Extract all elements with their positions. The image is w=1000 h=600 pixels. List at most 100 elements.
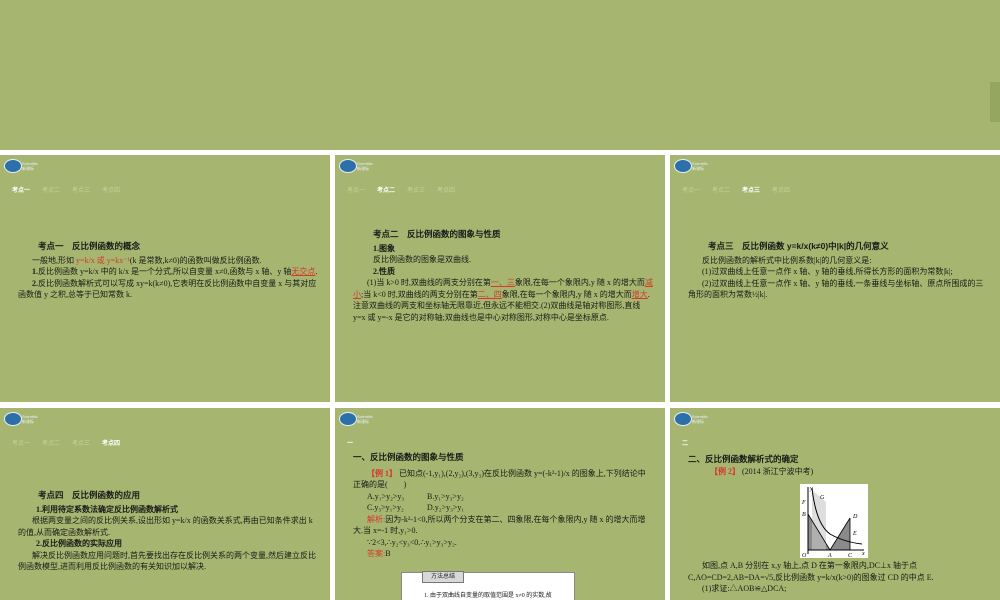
paragraph: (2)过双曲线上任意一点作 x 轴、y 轴的垂线,一条垂线与坐标轴、原点所围成的…: [688, 278, 984, 300]
answer-label: 答案:: [367, 549, 386, 558]
slide-title: 考点三 反比例函数 y=k/x(k≠0)中|k|的几何意义: [708, 241, 889, 251]
nav-item[interactable]: 考点一: [12, 438, 30, 447]
fig-label: C: [848, 553, 853, 558]
paragraph: 如图,点 A,B 分别在 x,y 轴上,点 D 在第一象限内,DC⊥x 轴于点 …: [688, 561, 934, 582]
paragraph: 1.反比例函数 y=k/x 中的 k/x 是一个分式,所以自变量 x≠0,函数与…: [32, 267, 318, 276]
slide-title: 考点四 反比例函数的应用: [38, 490, 141, 500]
nav-item[interactable]: 考点四: [102, 185, 120, 194]
slide-content: 考点四 反比例函数的应用 1.利用待定系数法确定反比例函数解析式 根据两变量之间…: [18, 490, 318, 573]
logo: Scientific 新课标: [674, 158, 724, 174]
example-header: 【例 2】 (2014 浙江宁波中考): [710, 466, 814, 476]
analysis-label: 解析:: [367, 514, 386, 524]
logo: Scientific 新课标: [339, 158, 389, 174]
geometry-figure: y G F B D E O A C x: [800, 484, 868, 559]
logo-text: 新课标: [357, 419, 369, 424]
slide-content: 考点一 反比例函数的概念 一般地,形如 y=k/x 或 y=kx⁻¹(k 是常数…: [18, 241, 318, 301]
method-summary-box: 方法总结 1. 由于双曲线自变量的取值范围是 x≠0 的实数,故: [401, 571, 575, 600]
paragraph: 一般地,形如 y=k/x 或 y=kx⁻¹(k 是常数,k≠0)的函数叫做反比例…: [32, 255, 262, 265]
nav-item[interactable]: 考点一: [347, 185, 365, 194]
paragraph: 答案:B: [367, 549, 391, 558]
paragraph: 反比例函数的图象是双曲线.: [373, 255, 471, 264]
nav-item[interactable]: 考点一: [682, 185, 700, 194]
paragraph: (1)求证:△AOB≌△DCA;: [702, 584, 787, 593]
slide-content-bottom: 如图,点 A,B 分别在 x,y 轴上,点 D 在第一象限内,DC⊥x 轴于点 …: [688, 560, 988, 595]
nav-bar: 考点一 考点二 考点三 考点四: [682, 185, 802, 194]
globe-icon: [674, 159, 692, 173]
nav-item[interactable]: 考点三: [407, 185, 425, 194]
nav-item[interactable]: 考点三: [72, 438, 90, 447]
logo-text: 新课标: [357, 166, 369, 171]
nav-bar: 一: [347, 438, 365, 447]
nav-bar: 二: [682, 438, 700, 447]
logo-text: 新课标: [22, 166, 34, 171]
slide-content: 二、反比例函数解析式的确定 【例 2】 (2014 浙江宁波中考): [688, 454, 988, 477]
geometry-diagram: y G F B D E O A C x: [801, 486, 865, 559]
slide-content: 考点三 反比例函数 y=k/x(k≠0)中|k|的几何意义 反比例函数的解析式中…: [688, 241, 988, 301]
subheading: 2.反比例函数的实际应用: [36, 539, 122, 548]
highlight-text: 增大: [631, 289, 648, 299]
method-summary-tab: 方法总结: [422, 571, 464, 583]
fig-label: E: [852, 531, 857, 537]
slide-thumbnail-4[interactable]: Scientific 新课标 考点一 考点二 考点三 考点四 考点四 反比例函数的应用 …: [0, 408, 330, 600]
example-label: 【例 1】: [367, 468, 397, 478]
paragraph: 根据两变量之间的反比例关系,设出形如 y=k/x 的函数关系式,再由已知条件求出…: [18, 516, 313, 537]
subheading: 1.图象: [373, 243, 395, 253]
options-grid: A.y₁>y₂>y₃ B.y₁>y₃>y₂ C.y₃>y₁>y₂ D.y₂>y₃>y…: [367, 491, 653, 514]
slide-content: 考点二 反比例函数的图象与性质 1.图象 反比例函数的图象是双曲线. 2.性质 …: [353, 229, 653, 323]
option: C.y₃>y₁>y₂: [367, 503, 404, 512]
example-label: 【例 2】: [710, 466, 740, 476]
nav-item[interactable]: 考点一: [12, 185, 30, 194]
slide-thumbnail-1[interactable]: Scientific 新课标 考点一 考点二 考点三 考点四 考点一 反比例函数的概念 …: [0, 155, 330, 402]
fig-label: G: [820, 495, 825, 501]
nav-item[interactable]: 考点二: [377, 185, 395, 194]
globe-icon: [4, 412, 22, 426]
slide-thumbnail-5[interactable]: Scientific 新课标 一 一、反比例函数的图象与性质 【例 1】 已知点(…: [335, 408, 665, 600]
paragraph: ∵2<3,∴y₂<y₃<0.∴y₁>y₃>y₂.: [367, 537, 457, 547]
nav-bar: 考点一 考点二 考点三 考点四: [12, 185, 132, 194]
blank-slide-top: [0, 0, 1000, 150]
nav-item[interactable]: 考点三: [742, 185, 760, 194]
slide-title: 考点一 反比例函数的概念: [38, 241, 141, 251]
fig-label: O: [802, 553, 807, 558]
logo-text: 新课标: [692, 419, 704, 424]
slide-title: 二、反比例函数解析式的确定: [688, 454, 799, 464]
slide-thumbnail-2[interactable]: Scientific 新课标 考点一 考点二 考点三 考点四 考点二 反比例函数的图象与…: [335, 155, 665, 402]
logo: Scientific 新课标: [4, 158, 54, 174]
paragraph: 反比例函数的解析式中比例系数|k|的几何意义是:: [702, 255, 872, 265]
logo: Scientific 新课标: [674, 411, 724, 427]
nav-item[interactable]: 二: [682, 438, 688, 447]
slide-edge-marker: [990, 82, 1000, 122]
paragraph: 【例 1】 已知点(-1,y₁),(2,y₂),(3,y₃)在反比例函数 y=(…: [353, 468, 646, 490]
nav-item[interactable]: 考点二: [42, 438, 60, 447]
fig-label: y: [809, 486, 813, 492]
paragraph: 2.反比例函数解析式可以写成 xy=k(k≠0),它表明在反比例函数中自变量 x…: [18, 278, 317, 300]
logo-text: 新课标: [22, 419, 34, 424]
paragraph: 解决反比例函数应用问题时,首先要找出存在反比例关系的两个变量,然后建立反比例函数…: [18, 550, 316, 572]
subheading: 2.性质: [373, 266, 395, 276]
nav-item[interactable]: 考点二: [712, 185, 730, 194]
nav-item[interactable]: 考点二: [42, 185, 60, 194]
fig-label: D: [852, 514, 858, 520]
globe-icon: [339, 412, 357, 426]
nav-item[interactable]: 一: [347, 438, 353, 447]
nav-item[interactable]: 考点四: [437, 185, 455, 194]
slide-thumbnail-6[interactable]: Scientific 新课标 二 二、反比例函数解析式的确定 【例 2】 (201…: [670, 408, 1000, 600]
globe-icon: [674, 412, 692, 426]
paragraph: (1)当 k>0 时,双曲线的两支分别在第一、三象限,在每一个象限内,y 随 x…: [353, 278, 653, 322]
fig-label: B: [802, 512, 806, 518]
highlight-text: 无交点: [291, 267, 316, 276]
logo-text: 新课标: [692, 166, 704, 171]
highlight-text: 二、四: [477, 289, 502, 299]
paragraph: 解析:因为-k²-1<0,所以两个分支在第二、四象限,在每个象限内,y 随 x …: [353, 514, 646, 536]
logo: Scientific 新课标: [339, 411, 389, 427]
option: B.y₁>y₃>y₂: [427, 491, 464, 501]
nav-item[interactable]: 考点四: [772, 185, 790, 194]
logo: Scientific 新课标: [4, 411, 54, 427]
highlight-text: y=k/x 或 y=kx⁻¹: [76, 255, 130, 265]
nav-item[interactable]: 考点三: [72, 185, 90, 194]
nav-item[interactable]: 考点四: [102, 438, 120, 447]
method-summary-text: 1. 由于双曲线自变量的取值范围是 x≠0 的实数,故: [424, 593, 552, 599]
highlight-text: 一、三: [490, 278, 515, 287]
option: D.y₂>y₃>y₁: [427, 503, 465, 512]
slide-thumbnail-3[interactable]: Scientific 新课标 考点一 考点二 考点三 考点四 考点三 反比例函数 y=k…: [670, 155, 1000, 402]
